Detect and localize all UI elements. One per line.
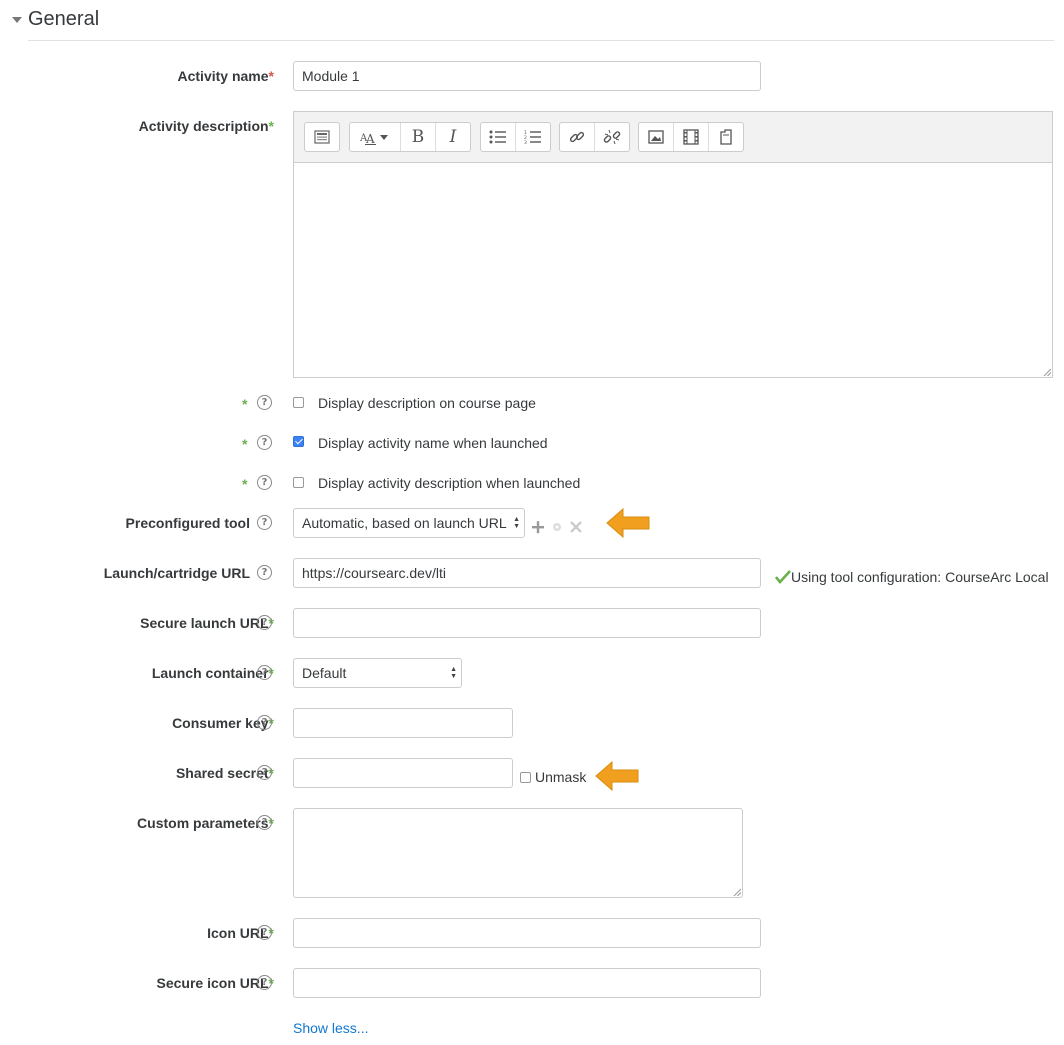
link-icon[interactable]	[560, 123, 595, 151]
launch-container-select[interactable]: Default ▲ ▼	[293, 658, 462, 688]
help-icon[interactable]: ?	[257, 615, 272, 630]
help-icon[interactable]: ?	[257, 815, 272, 830]
toolbar-group-5	[638, 122, 744, 152]
help-icon[interactable]: ?	[257, 925, 272, 940]
activity-name-label: Activity name*	[177, 68, 275, 84]
section-title: General	[28, 8, 100, 30]
launch-container-value: Default	[302, 665, 347, 681]
display-name-launched-label: Display activity name when launched	[318, 435, 548, 451]
preconfigured-tool-select[interactable]: Automatic, based on launch URL ▲ ▼	[293, 508, 525, 538]
help-icon[interactable]: ?	[257, 715, 272, 730]
toolbar-group-4	[559, 122, 630, 152]
help-icon[interactable]: ?	[257, 765, 272, 780]
unmask-checkbox[interactable]	[520, 772, 531, 783]
media-icon[interactable]	[674, 123, 709, 151]
help-icon[interactable]: ?	[257, 565, 272, 580]
resize-grip-icon[interactable]	[733, 888, 741, 896]
launch-url-label: Launch/cartridge URL	[103, 565, 250, 581]
show-less-link[interactable]: Show less...	[293, 1020, 368, 1036]
manage-files-icon[interactable]	[709, 123, 743, 151]
display-desc-launched-label: Display activity description when launch…	[318, 475, 581, 491]
shared-secret-input[interactable]	[293, 758, 513, 788]
bold-icon[interactable]: B	[401, 123, 436, 151]
toolbar-group-1	[304, 122, 340, 152]
toolbar-group-2: AA B I	[349, 122, 471, 152]
delete-tool-icon	[570, 521, 582, 533]
consumer-key-input[interactable]	[293, 708, 513, 738]
svg-text:A: A	[365, 132, 375, 145]
unlink-icon[interactable]	[595, 123, 629, 151]
help-icon[interactable]: ?	[257, 665, 272, 680]
toolbar-group-3: 123	[480, 122, 551, 152]
launch-container-label: Launch container*	[151, 665, 274, 681]
help-icon[interactable]: ?	[257, 395, 272, 410]
arrow-pointer-icon	[595, 760, 639, 792]
secure-launch-url-label: Secure launch URL*	[140, 615, 274, 631]
add-tool-icon	[532, 521, 544, 534]
help-icon[interactable]: ?	[257, 515, 272, 530]
section-header-general[interactable]: General	[12, 8, 99, 31]
ordered-list-icon[interactable]: 123	[516, 123, 550, 151]
collapse-triangle-icon[interactable]	[12, 16, 22, 23]
secure-icon-url-input[interactable]	[293, 968, 761, 998]
tool-actions	[532, 521, 582, 534]
select-arrows-icon: ▲ ▼	[513, 516, 520, 530]
resize-grip-icon[interactable]	[1043, 368, 1051, 376]
activity-description-label: Activity description*	[138, 118, 274, 134]
preconfigured-tool-label: Preconfigured tool	[125, 515, 250, 531]
advanced-star: *	[242, 396, 248, 412]
custom-parameters-label: Custom parameters*	[137, 815, 274, 831]
italic-icon[interactable]: I	[436, 123, 470, 151]
description-editor[interactable]: AA B I 123	[293, 111, 1053, 378]
image-icon[interactable]	[639, 123, 674, 151]
checkmark-icon	[775, 570, 791, 584]
help-icon[interactable]: ?	[257, 975, 272, 990]
tool-configuration-status: Using tool configuration: CourseArc Loca…	[791, 569, 1049, 585]
activity-name-input[interactable]: Module 1	[293, 61, 761, 91]
collapse-toolbar-icon[interactable]	[305, 123, 339, 151]
preconfigured-tool-value: Automatic, based on launch URL	[302, 515, 507, 531]
edit-tool-gear-icon	[553, 523, 561, 531]
editor-toolbar: AA B I 123	[294, 112, 1052, 163]
advanced-star: *	[242, 436, 248, 452]
display-name-launched-checkbox[interactable]	[293, 436, 304, 447]
display-description-label: Display description on course page	[318, 395, 536, 411]
secure-launch-url-input[interactable]	[293, 608, 761, 638]
icon-url-input[interactable]	[293, 918, 761, 948]
help-icon[interactable]: ?	[257, 475, 272, 490]
arrow-pointer-icon	[606, 507, 650, 539]
launch-url-input[interactable]: https://coursearc.dev/lti	[293, 558, 761, 588]
unordered-list-icon[interactable]	[481, 123, 516, 151]
display-description-checkbox[interactable]	[293, 397, 304, 408]
display-desc-launched-checkbox[interactable]	[293, 477, 304, 488]
unmask-label: Unmask	[535, 769, 587, 785]
select-arrows-icon: ▲ ▼	[450, 666, 457, 680]
custom-parameters-textarea[interactable]	[293, 808, 743, 898]
font-style-icon[interactable]: AA	[350, 123, 401, 151]
advanced-star: *	[242, 476, 248, 492]
help-icon[interactable]: ?	[257, 435, 272, 450]
section-divider	[28, 40, 1054, 41]
svg-text:3: 3	[524, 140, 527, 144]
